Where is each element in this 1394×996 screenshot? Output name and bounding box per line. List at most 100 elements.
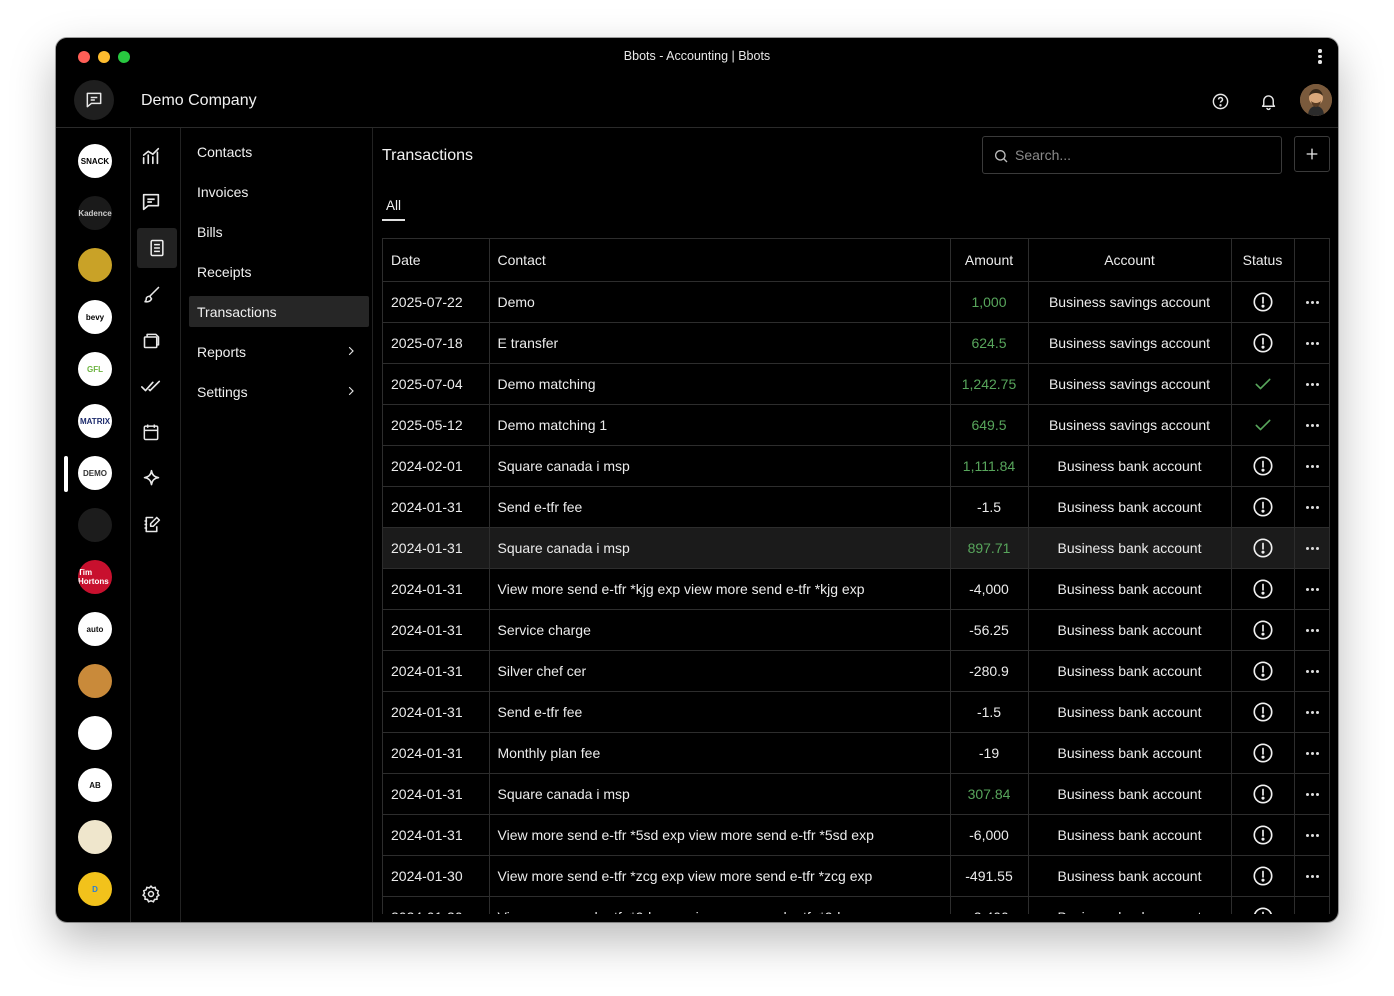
more-actions-icon[interactable] bbox=[1306, 424, 1320, 428]
chevron-right-icon bbox=[348, 386, 354, 396]
table-row[interactable]: 2024-01-31 Service charge -56.25 Business b… bbox=[383, 609, 1329, 651]
table-row[interactable]: 2024-01-31 View more send e-tfr *kjg exp … bbox=[383, 568, 1329, 610]
org-avatar[interactable]: Tim Hortons bbox=[78, 560, 112, 594]
alert-circle-icon[interactable] bbox=[1252, 537, 1274, 559]
status-column-header[interactable]: Status bbox=[1231, 239, 1295, 282]
account-column-header[interactable]: Account bbox=[1028, 239, 1232, 282]
add-transaction-button[interactable] bbox=[1294, 136, 1330, 172]
documents-nav-button[interactable] bbox=[131, 320, 171, 360]
table-row[interactable]: 2025-07-04 Demo matching 1,242.75 Business … bbox=[383, 363, 1329, 405]
org-avatar[interactable]: Kadence bbox=[78, 196, 112, 230]
row-actions-cell bbox=[1294, 568, 1329, 610]
analytics-nav-button[interactable] bbox=[131, 136, 171, 176]
more-actions-icon[interactable] bbox=[1306, 301, 1320, 305]
check-icon bbox=[1255, 419, 1270, 430]
more-actions-icon[interactable] bbox=[1306, 711, 1320, 715]
table-row[interactable]: 2024-01-31 Silver chef cer -280.9 Business … bbox=[383, 650, 1329, 692]
alert-circle-icon[interactable] bbox=[1252, 660, 1274, 682]
user-avatar[interactable] bbox=[1300, 84, 1332, 116]
more-actions-icon[interactable] bbox=[1306, 752, 1320, 756]
alert-circle-icon[interactable] bbox=[1252, 865, 1274, 887]
subnav-contacts[interactable]: Contacts bbox=[189, 136, 369, 167]
more-actions-icon[interactable] bbox=[1306, 629, 1320, 633]
more-actions-icon[interactable] bbox=[1306, 834, 1320, 838]
calendar-nav-button[interactable] bbox=[131, 412, 171, 452]
date-cell: 2025-05-12 bbox=[383, 404, 490, 446]
org-avatar[interactable] bbox=[78, 820, 112, 854]
subnav-invoices[interactable]: Invoices bbox=[189, 176, 369, 207]
alert-circle-icon[interactable] bbox=[1252, 619, 1274, 641]
alert-circle-icon[interactable] bbox=[1252, 824, 1274, 846]
chat-logo-button[interactable] bbox=[74, 80, 114, 120]
account-cell: Business bank account bbox=[1028, 527, 1232, 569]
subnav-reports[interactable]: Reports bbox=[189, 336, 369, 367]
alert-circle-icon[interactable] bbox=[1252, 701, 1274, 723]
alert-circle-icon[interactable] bbox=[1252, 455, 1274, 477]
table-row[interactable]: 2024-01-31 Square canada i msp 307.84 Busin… bbox=[383, 773, 1329, 815]
accounting-nav-button[interactable] bbox=[137, 228, 177, 268]
more-actions-icon[interactable] bbox=[1306, 342, 1320, 346]
org-avatar[interactable] bbox=[78, 664, 112, 698]
tasks-nav-button[interactable] bbox=[131, 366, 171, 406]
alert-circle-icon[interactable] bbox=[1252, 578, 1274, 600]
notes-nav-button[interactable] bbox=[131, 504, 171, 544]
status-cell bbox=[1231, 650, 1295, 692]
org-avatar[interactable] bbox=[78, 716, 112, 750]
amount-column-header[interactable]: Amount bbox=[950, 239, 1029, 282]
subnav-receipts[interactable]: Receipts bbox=[189, 256, 369, 287]
org-avatar[interactable]: GFL bbox=[78, 352, 112, 386]
search-input[interactable] bbox=[1015, 137, 1275, 173]
design-nav-button[interactable] bbox=[131, 274, 171, 314]
more-actions-icon[interactable] bbox=[1306, 588, 1320, 592]
org-avatar[interactable]: AB bbox=[78, 768, 112, 802]
table-row[interactable]: 2024-01-31 Square canada i msp 897.71 Busin… bbox=[383, 527, 1329, 569]
chat-icon bbox=[86, 92, 102, 108]
window-menu-icon[interactable] bbox=[1316, 49, 1324, 65]
table-row[interactable]: 2025-07-18 E transfer 624.5 Business saving… bbox=[383, 322, 1329, 364]
org-avatar[interactable] bbox=[78, 248, 112, 282]
messages-nav-button[interactable] bbox=[131, 182, 171, 222]
more-actions-icon[interactable] bbox=[1306, 670, 1320, 674]
notifications-button[interactable] bbox=[1257, 90, 1279, 112]
table-row[interactable]: 2024-01-31 Send e-tfr fee -1.5 Business ban… bbox=[383, 691, 1329, 733]
org-avatar[interactable]: DEMO bbox=[78, 456, 112, 490]
settings-nav-button[interactable] bbox=[131, 874, 171, 914]
more-actions-icon[interactable] bbox=[1306, 383, 1320, 387]
tab-all[interactable]: All bbox=[382, 198, 406, 221]
table-row[interactable]: 2024-01-31 View more send e-tfr *5sd exp … bbox=[383, 814, 1329, 856]
table-row[interactable]: 2024-01-31 Send e-tfr fee -1.5 Business ban… bbox=[383, 486, 1329, 528]
subnav-transactions[interactable]: Transactions bbox=[189, 296, 369, 327]
company-name[interactable]: Demo Company bbox=[141, 92, 257, 110]
table-row[interactable]: 2025-07-22 Demo 1,000 Business savings acco… bbox=[383, 281, 1329, 323]
alert-circle-icon[interactable] bbox=[1252, 332, 1274, 354]
alert-circle-icon[interactable] bbox=[1252, 496, 1274, 518]
contact-column-header[interactable]: Contact bbox=[489, 239, 951, 282]
table-row[interactable]: 2024-01-30View more send e-tfr *9dx exp … bbox=[383, 896, 1329, 915]
ai-nav-button[interactable] bbox=[131, 458, 171, 498]
search-box[interactable] bbox=[982, 136, 1282, 174]
table-row[interactable]: 2024-02-01 Square canada i msp 1,111.84 Bus… bbox=[383, 445, 1329, 487]
more-actions-icon[interactable] bbox=[1306, 793, 1320, 797]
org-avatar[interactable]: bevy bbox=[78, 300, 112, 334]
more-actions-icon[interactable] bbox=[1306, 875, 1320, 879]
contact-cell: Silver chef cer bbox=[489, 650, 951, 692]
org-avatar[interactable]: auto bbox=[78, 612, 112, 646]
alert-circle-icon[interactable] bbox=[1252, 783, 1274, 805]
subnav-bills[interactable]: Bills bbox=[189, 216, 369, 247]
table-row[interactable]: 2024-01-30 View more send e-tfr *zcg exp … bbox=[383, 855, 1329, 897]
table-row[interactable]: 2024-01-31 Monthly plan fee -19 Business ba… bbox=[383, 732, 1329, 774]
more-actions-icon[interactable] bbox=[1306, 465, 1320, 469]
subnav-settings[interactable]: Settings bbox=[189, 376, 369, 407]
help-button[interactable] bbox=[1209, 90, 1231, 112]
table-row[interactable]: 2025-05-12 Demo matching 1 649.5 Business s… bbox=[383, 404, 1329, 446]
more-actions-icon[interactable] bbox=[1306, 547, 1320, 551]
alert-circle-icon[interactable] bbox=[1252, 742, 1274, 764]
date-cell: 2024-01-31 bbox=[383, 732, 490, 774]
date-column-header[interactable]: Date bbox=[383, 239, 490, 282]
org-avatar[interactable]: MATRIX bbox=[78, 404, 112, 438]
more-actions-icon[interactable] bbox=[1306, 506, 1320, 510]
org-avatar[interactable] bbox=[78, 508, 112, 542]
alert-circle-icon[interactable] bbox=[1252, 906, 1274, 915]
alert-circle-icon[interactable] bbox=[1252, 291, 1274, 313]
org-avatar[interactable]: D bbox=[78, 872, 112, 906]
